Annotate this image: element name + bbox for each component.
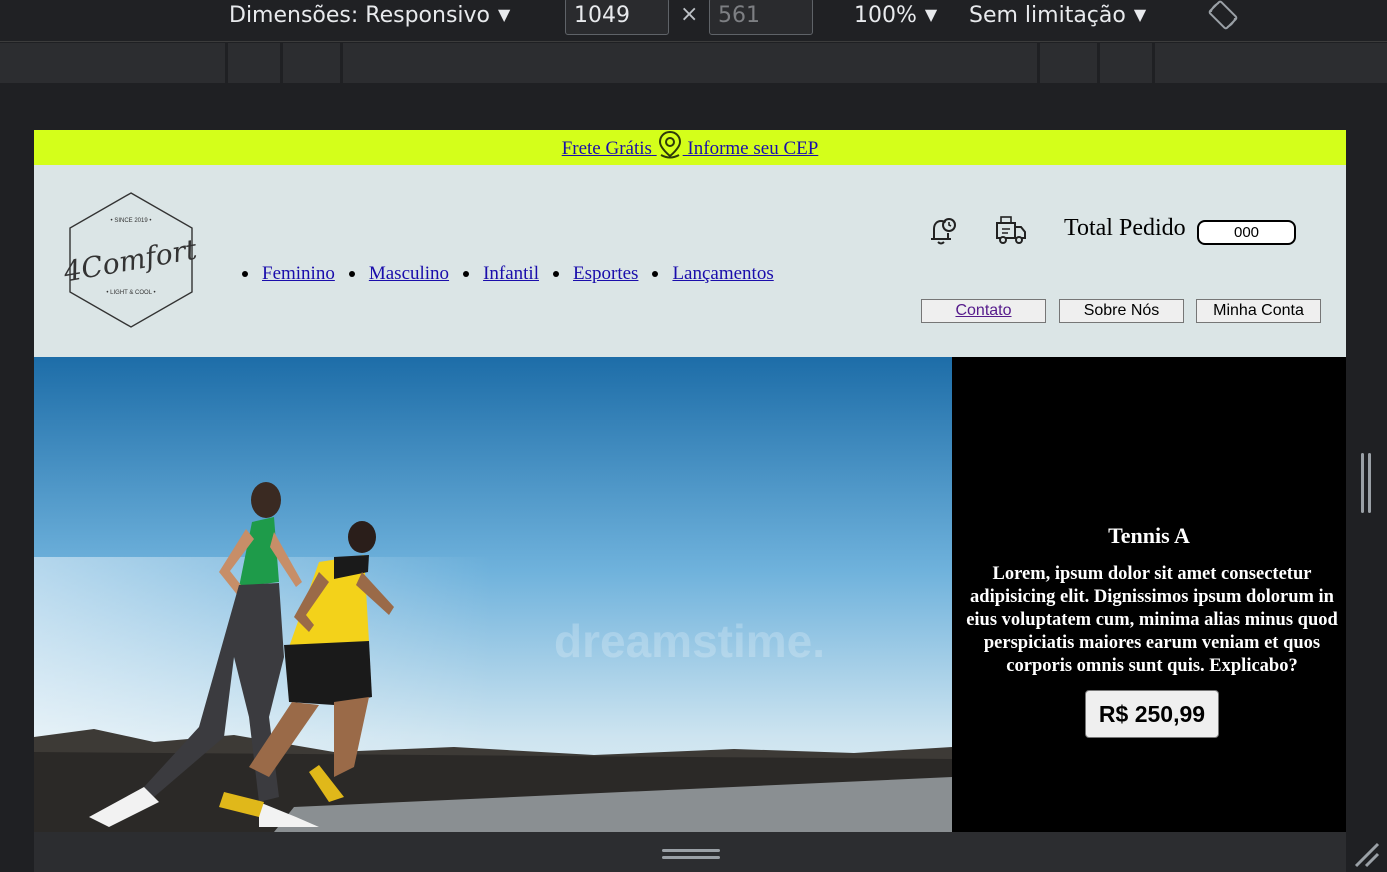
bullet xyxy=(553,271,559,277)
hero-image: dreamstime. xyxy=(34,357,952,832)
site-header: • SINCE 2019 • 4Comfort • LIGHT & COOL •… xyxy=(34,165,1346,357)
zoom-dropdown[interactable]: 100% ▼ xyxy=(854,0,937,30)
resize-corner-icon[interactable] xyxy=(1352,840,1382,868)
nav-item-esportes: Esportes xyxy=(553,263,638,285)
nav-link-infantil[interactable]: Infantil xyxy=(483,263,539,285)
throttle-label: Sem limitação xyxy=(969,3,1126,28)
throttle-dropdown[interactable]: Sem limitação ▼ xyxy=(969,0,1146,30)
dimensions-label: Dimensões: Responsivo xyxy=(229,3,491,28)
delivery-truck-icon[interactable] xyxy=(994,213,1028,247)
product-panel: Tennis A Lorem, ipsum dolor sit amet con… xyxy=(952,357,1346,832)
chevron-down-icon: ▼ xyxy=(924,5,938,24)
logo-tagline: • LIGHT & COOL • xyxy=(106,290,155,296)
image-watermark: dreamstime. xyxy=(554,615,825,667)
media-query-segment[interactable] xyxy=(225,43,283,83)
nav-link-feminino[interactable]: Feminino xyxy=(262,263,335,285)
media-query-bar xyxy=(0,43,1387,83)
nav-item-masculino: Masculino xyxy=(348,263,449,285)
main-nav: Feminino Masculino Infantil Esportes Lan… xyxy=(242,263,788,285)
nav-link-masculino[interactable]: Masculino xyxy=(369,263,449,285)
free-shipping-text: Frete Grátis xyxy=(561,138,652,159)
times-symbol: × xyxy=(680,2,699,27)
nav-item-lancamentos: Lançamentos xyxy=(652,263,774,285)
media-query-segment[interactable] xyxy=(1037,43,1099,83)
bullet xyxy=(652,271,659,277)
nav-item-feminino: Feminino xyxy=(242,263,335,285)
bullet xyxy=(348,271,355,277)
nav-link-lancamentos[interactable]: Lançamentos xyxy=(672,263,773,285)
resize-handle-horizontal[interactable] xyxy=(662,848,720,860)
about-button[interactable]: Sobre Nós xyxy=(1059,299,1184,323)
bullet xyxy=(242,271,248,277)
total-label: Total Pedido xyxy=(1064,215,1186,241)
chevron-down-icon: ▼ xyxy=(498,5,511,24)
hero-section: dreamstime. Tennis A Lorem, ipsum dolor … xyxy=(34,357,1346,832)
product-description: Lorem, ipsum dolor sit amet consectetur … xyxy=(966,564,1338,676)
media-query-segment[interactable] xyxy=(280,43,342,83)
logo-wordmark: 4Comfort xyxy=(64,233,198,289)
bullet xyxy=(463,271,470,277)
chevron-down-icon: ▼ xyxy=(1133,5,1147,24)
page-viewport: Frete Grátis Informe seu CEP • SINCE 201… xyxy=(34,130,1346,832)
pin-icon xyxy=(658,130,681,159)
dimensions-dropdown[interactable]: Dimensões: Responsivo ▼ xyxy=(229,0,510,30)
zoom-label: 100% xyxy=(854,3,917,28)
media-query-segment[interactable] xyxy=(340,43,1040,83)
price-button[interactable]: R$ 250,99 xyxy=(1085,690,1219,738)
zip-link-text: Informe seu CEP xyxy=(687,138,819,159)
resize-handle-vertical[interactable] xyxy=(1359,453,1373,513)
devtools-toolbar: Dimensões: Responsivo ▼ 1049 × 561 100% ▼ … xyxy=(0,0,1387,42)
logo-since: • SINCE 2019 • xyxy=(111,218,152,224)
media-query-segment[interactable] xyxy=(1152,43,1387,83)
product-name: Tennis A xyxy=(1108,523,1190,548)
promo-bar: Frete Grátis Informe seu CEP xyxy=(34,130,1346,165)
total-value: 000 xyxy=(1197,220,1296,245)
brand-logo[interactable]: • SINCE 2019 • 4Comfort • LIGHT & COOL • xyxy=(64,190,198,330)
width-input[interactable]: 1049 xyxy=(565,0,669,35)
bell-clock-icon[interactable] xyxy=(925,213,959,247)
media-query-segment[interactable] xyxy=(1097,43,1155,83)
rotate-icon[interactable] xyxy=(1207,0,1239,30)
promo-link[interactable]: Frete Grátis Informe seu CEP xyxy=(561,130,819,159)
height-input[interactable]: 561 xyxy=(709,0,813,35)
nav-item-infantil: Infantil xyxy=(463,263,539,285)
account-button[interactable]: Minha Conta xyxy=(1196,299,1321,323)
nav-link-esportes[interactable]: Esportes xyxy=(573,263,638,285)
contact-button[interactable]: Contato xyxy=(921,299,1046,323)
